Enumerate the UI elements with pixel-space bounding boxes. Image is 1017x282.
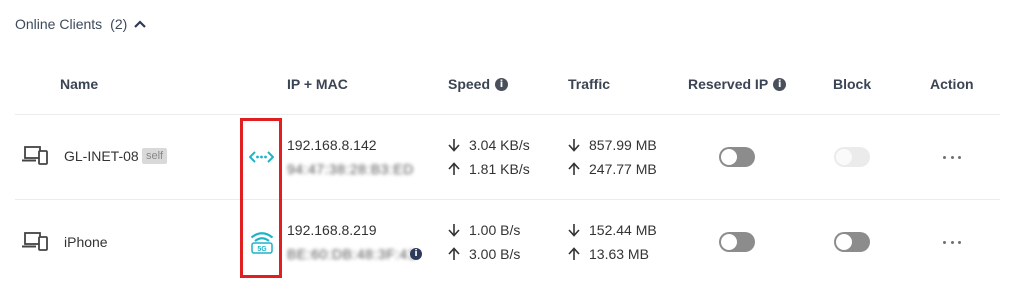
client-mac: BE:60:DB:48:3F:41	[287, 246, 417, 262]
traffic-download: 857.99 MB	[568, 137, 657, 153]
toggle-knob	[721, 149, 737, 165]
speed-download: 1.00 B/s	[448, 222, 520, 238]
arrow-up-icon	[568, 162, 580, 175]
client-name: GL-INET-08	[64, 148, 139, 164]
column-header-speed: Speed i	[448, 76, 509, 92]
speed-upload: 1.81 KB/s	[448, 161, 530, 177]
more-actions-icon[interactable]	[943, 154, 961, 160]
toggle-knob	[836, 149, 852, 165]
column-header-action: Action	[930, 76, 974, 92]
divider	[15, 199, 1000, 200]
column-header-name: Name	[60, 76, 99, 92]
section-title: Online Clients	[15, 16, 103, 32]
arrow-down-icon	[568, 139, 580, 152]
column-header-reserved-ip: Reserved IP i	[688, 76, 787, 92]
info-icon[interactable]: i	[410, 248, 422, 260]
toggle-knob	[721, 234, 737, 250]
self-badge: self	[142, 148, 168, 164]
arrow-up-icon	[448, 247, 460, 260]
arrow-down-icon	[448, 139, 460, 152]
info-icon[interactable]: i	[495, 77, 509, 91]
client-ip: 192.168.8.142	[287, 137, 377, 153]
speed-download: 3.04 KB/s	[448, 137, 530, 153]
reserved-ip-toggle[interactable]	[719, 232, 755, 252]
client-count: (2)	[110, 16, 128, 32]
highlight-box	[240, 118, 282, 278]
arrow-up-icon	[568, 247, 580, 260]
divider	[15, 114, 1000, 115]
info-icon[interactable]: i	[773, 77, 787, 91]
traffic-upload: 13.63 MB	[568, 246, 649, 262]
column-header-ip-mac: IP + MAC	[287, 76, 348, 92]
toggle-knob	[836, 234, 852, 250]
block-toggle	[834, 147, 870, 167]
device-icon	[22, 146, 48, 165]
more-actions-icon[interactable]	[943, 239, 961, 245]
arrow-down-icon	[568, 224, 580, 237]
traffic-upload: 247.77 MB	[568, 161, 657, 177]
client-name: iPhone	[64, 234, 108, 250]
arrow-down-icon	[448, 224, 460, 237]
block-toggle[interactable]	[834, 232, 870, 252]
device-icon	[22, 232, 48, 251]
column-header-traffic: Traffic	[568, 76, 611, 92]
speed-upload: 3.00 B/s	[448, 246, 520, 262]
client-ip: 192.168.8.219	[287, 222, 377, 238]
column-header-block: Block	[833, 76, 872, 92]
arrow-up-icon	[448, 162, 460, 175]
traffic-download: 152.44 MB	[568, 222, 657, 238]
client-mac: 94:47:38:28:B3:ED	[287, 161, 414, 177]
online-clients-header[interactable]: Online Clients (2)	[15, 16, 147, 32]
chevron-up-icon[interactable]	[133, 19, 147, 29]
reserved-ip-toggle[interactable]	[719, 147, 755, 167]
